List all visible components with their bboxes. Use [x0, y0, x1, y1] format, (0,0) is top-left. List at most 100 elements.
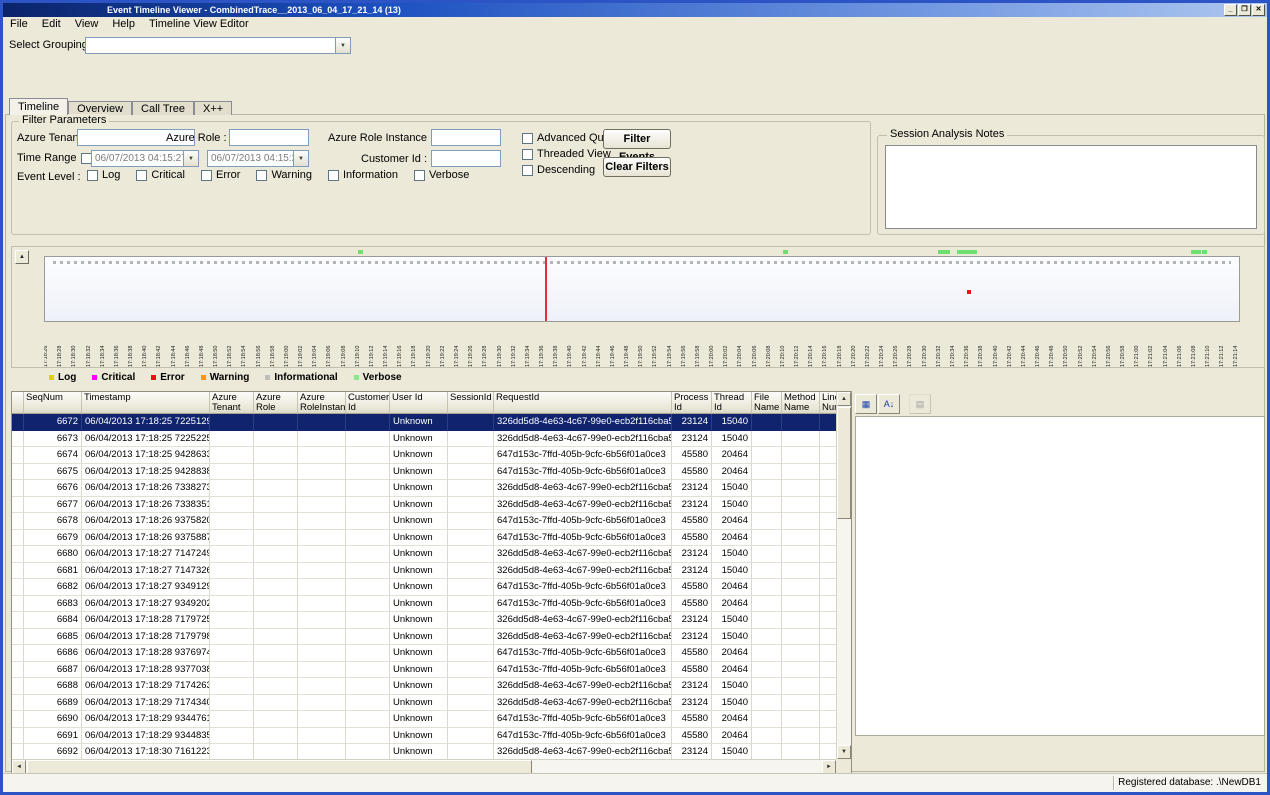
table-row[interactable]: 667606/04/2013 17:18:26 7338273Unknown32…: [12, 480, 836, 497]
column-header-method-name[interactable]: Method Name: [782, 392, 820, 414]
column-header-user-id[interactable]: User Id: [390, 392, 448, 414]
table-row[interactable]: 668406/04/2013 17:18:28 7179725Unknown32…: [12, 612, 836, 629]
column-header-azure-roleinstan[interactable]: Azure RoleInstan: [298, 392, 346, 414]
table-row[interactable]: 667706/04/2013 17:18:26 7338351Unknown32…: [12, 497, 836, 514]
timeline-collapse-button[interactable]: ▲: [15, 250, 29, 264]
table-row[interactable]: 667406/04/2013 17:18:25 9428633Unknown64…: [12, 447, 836, 464]
menu-item-help[interactable]: Help: [105, 17, 142, 32]
checkbox-box[interactable]: [87, 170, 98, 181]
maximize-button[interactable]: ❐: [1238, 4, 1251, 16]
time-range-checkbox-box[interactable]: [81, 153, 92, 164]
date-from-combobox[interactable]: 06/07/2013 04:15:27 PM ▼: [91, 150, 199, 167]
scroll-down-icon[interactable]: ▼: [837, 745, 851, 759]
tab-call-tree[interactable]: Call Tree: [132, 101, 194, 115]
checkbox-box[interactable]: [522, 165, 533, 176]
menu-item-view[interactable]: View: [68, 17, 106, 32]
checkbox-log[interactable]: Log: [87, 169, 120, 181]
column-header-seqnum[interactable]: SeqNum: [24, 392, 82, 414]
dropdown-arrow-icon[interactable]: ▼: [293, 151, 308, 166]
column-header-requestid[interactable]: RequestId: [494, 392, 672, 414]
table-row[interactable]: 668506/04/2013 17:18:28 7179798Unknown32…: [12, 629, 836, 646]
column-header-customer-id[interactable]: Customer Id: [346, 392, 390, 414]
checkbox-box[interactable]: [328, 170, 339, 181]
table-row[interactable]: 668006/04/2013 17:18:27 7147249Unknown32…: [12, 546, 836, 563]
title-bar[interactable]: Event Timeline Viewer - CombinedTrace__2…: [3, 3, 1267, 17]
checkbox-box[interactable]: [522, 133, 533, 144]
menu-item-timeline-view-editor[interactable]: Timeline View Editor: [142, 17, 256, 32]
tab-overview[interactable]: Overview: [68, 101, 132, 115]
table-row[interactable]: 668806/04/2013 17:18:29 7174263Unknown32…: [12, 678, 836, 695]
table-row[interactable]: 667206/04/2013 17:18:25 7225129Unknown32…: [12, 414, 836, 431]
table-row[interactable]: 669206/04/2013 17:18:30 7161223Unknown32…: [12, 744, 836, 759]
azure-role-instance-input[interactable]: [431, 129, 501, 146]
verbose-event-mark[interactable]: [783, 250, 788, 254]
table-row[interactable]: 669006/04/2013 17:18:29 9344761Unknown64…: [12, 711, 836, 728]
time-range-checkbox[interactable]: Time Range: [17, 152, 92, 164]
checkbox-critical[interactable]: Critical: [136, 169, 185, 181]
table-row[interactable]: 668306/04/2013 17:18:27 9349202Unknown64…: [12, 596, 836, 613]
scroll-up-icon[interactable]: ▲: [837, 392, 851, 406]
verbose-event-bar[interactable]: [957, 250, 977, 254]
table-row[interactable]: 667906/04/2013 17:18:26 9375887Unknown64…: [12, 530, 836, 547]
customer-id-input[interactable]: [431, 150, 501, 167]
checkbox-box[interactable]: [414, 170, 425, 181]
checkbox-box[interactable]: [522, 149, 533, 160]
axis-tick-label: 17:21:10: [1206, 325, 1212, 367]
menu-item-file[interactable]: File: [3, 17, 35, 32]
azure-role-input[interactable]: [229, 129, 309, 146]
session-notes-textarea[interactable]: [885, 145, 1257, 229]
checkbox-information[interactable]: Information: [328, 169, 398, 181]
table-row[interactable]: 668106/04/2013 17:18:27 7147326Unknown32…: [12, 563, 836, 580]
checkbox-error[interactable]: Error: [201, 169, 240, 181]
column-header-timestamp[interactable]: Timestamp: [82, 392, 210, 414]
categorized-view-button[interactable]: ▦: [855, 394, 877, 414]
error-event-dot[interactable]: [967, 290, 971, 294]
dropdown-arrow-icon[interactable]: ▼: [183, 151, 198, 166]
table-row[interactable]: 667306/04/2013 17:18:25 7225225Unknown32…: [12, 431, 836, 448]
checkbox-box[interactable]: [256, 170, 267, 181]
verbose-event-mark[interactable]: [358, 250, 363, 254]
table-row[interactable]: 668606/04/2013 17:18:28 9376974Unknown64…: [12, 645, 836, 662]
table-row[interactable]: 668906/04/2013 17:18:29 7174340Unknown32…: [12, 695, 836, 712]
clear-filters-button[interactable]: Clear Filters: [603, 157, 671, 177]
column-header-file-name[interactable]: File Name: [752, 392, 782, 414]
checkbox-warning[interactable]: Warning: [256, 169, 312, 181]
checkbox-verbose[interactable]: Verbose: [414, 169, 469, 181]
column-header-sessionid[interactable]: SessionId: [448, 392, 494, 414]
checkbox-box[interactable]: [136, 170, 147, 181]
vertical-scroll-thumb[interactable]: [837, 407, 851, 519]
grid-vertical-scrollbar[interactable]: ▲ ▼: [836, 392, 851, 759]
scroll-left-icon[interactable]: ◄: [12, 760, 26, 774]
table-row[interactable]: 668206/04/2013 17:18:27 9349129Unknown64…: [12, 579, 836, 596]
verbose-event-mark[interactable]: [1202, 250, 1207, 254]
table-row[interactable]: 668706/04/2013 17:18:28 9377038Unknown64…: [12, 662, 836, 679]
grid-horizontal-scrollbar[interactable]: ◄ ►: [12, 759, 836, 774]
menu-item-edit[interactable]: Edit: [35, 17, 68, 32]
alphabetical-sort-button[interactable]: A↓: [878, 394, 900, 414]
column-header-process-id[interactable]: Process Id: [672, 392, 712, 414]
table-row[interactable]: 667506/04/2013 17:18:25 9428838Unknown64…: [12, 464, 836, 481]
tab-timeline[interactable]: Timeline: [9, 98, 68, 115]
timeline-chart[interactable]: [44, 256, 1240, 322]
filter-events-button[interactable]: Filter Events: [603, 129, 671, 149]
date-to-combobox[interactable]: 06/07/2013 04:15:27 PM ▼: [207, 150, 309, 167]
column-header-azure-role[interactable]: Azure Role: [254, 392, 298, 414]
checkbox-box[interactable]: [201, 170, 212, 181]
horizontal-scroll-thumb[interactable]: [27, 760, 532, 774]
table-row[interactable]: 669106/04/2013 17:18:29 9344835Unknown64…: [12, 728, 836, 745]
tab-x[interactable]: X++: [194, 101, 232, 115]
scroll-right-icon[interactable]: ►: [822, 760, 836, 774]
verbose-event-bar[interactable]: [1191, 250, 1201, 254]
axis-tick-label: 17:20:46: [1036, 325, 1042, 367]
select-grouping-combobox[interactable]: ▼: [85, 37, 351, 54]
dropdown-arrow-icon[interactable]: ▼: [335, 38, 350, 53]
timeline-cursor[interactable]: [545, 257, 547, 321]
column-header-line-num[interactable]: Line Num▲: [820, 392, 836, 414]
close-button[interactable]: ✕: [1252, 4, 1265, 16]
cell-timestamp: 06/04/2013 17:18:25 7225129: [82, 414, 210, 431]
minimize-button[interactable]: _: [1224, 4, 1237, 16]
table-row[interactable]: 667806/04/2013 17:18:26 9375820Unknown64…: [12, 513, 836, 530]
verbose-event-bar[interactable]: [938, 250, 950, 254]
column-header-thread-id[interactable]: Thread Id: [712, 392, 752, 414]
column-header-azure-tenant[interactable]: Azure Tenant: [210, 392, 254, 414]
